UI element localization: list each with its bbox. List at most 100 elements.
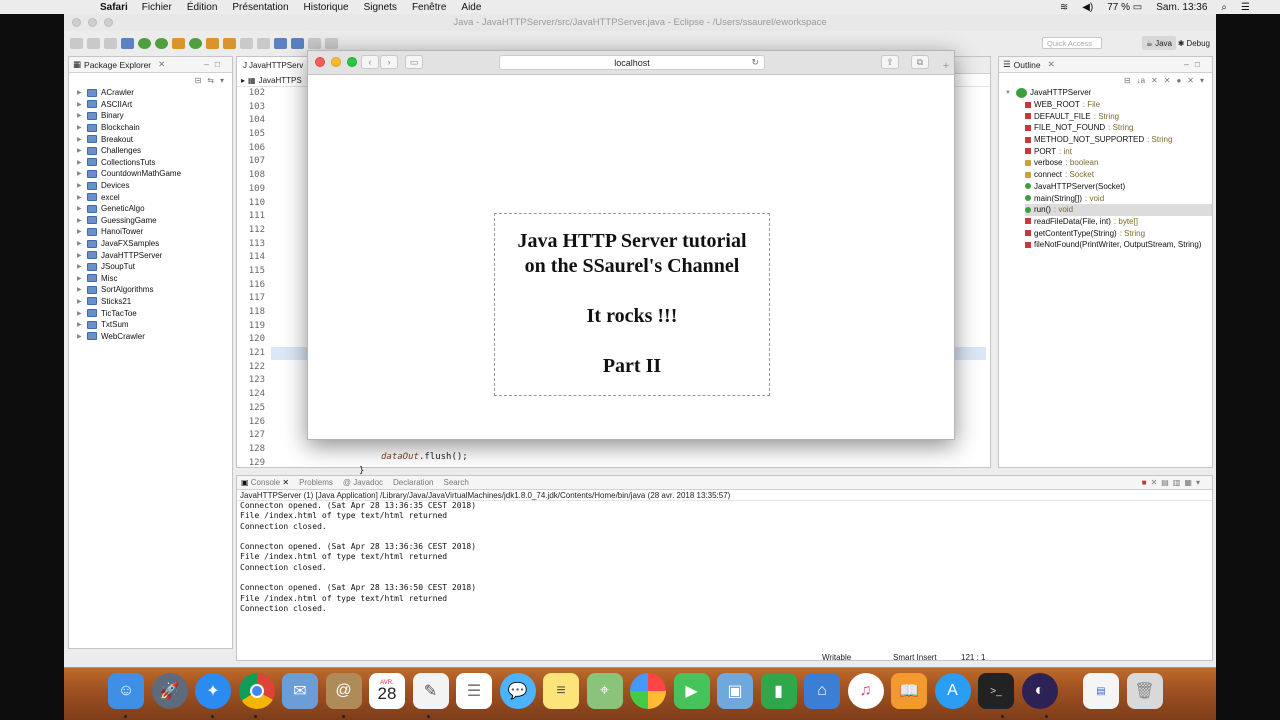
project-item[interactable]: ▶ Challenges xyxy=(77,145,232,157)
new-icon[interactable] xyxy=(70,38,83,49)
collapsed-icon[interactable]: ▶ xyxy=(77,217,85,224)
outline-member[interactable]: readFileData(File, int) : byte[] xyxy=(1025,216,1212,228)
eclipse-minimize-button[interactable] xyxy=(88,18,97,27)
outline-member[interactable]: main(String[]) : void xyxy=(1025,192,1212,204)
safari-zoom-button[interactable] xyxy=(347,57,357,67)
launchpad-icon[interactable]: 🚀 xyxy=(151,673,188,709)
minimize-maximize-icon[interactable]: –□ xyxy=(204,59,226,69)
outline-member[interactable]: WEB_ROOT : File xyxy=(1025,99,1212,111)
spotlight-icon[interactable]: ⌕ xyxy=(1221,2,1227,13)
outline-member[interactable]: run() : void xyxy=(1025,203,1212,216)
close-icon[interactable]: ✕ xyxy=(1048,59,1055,70)
project-item[interactable]: ▶ TxtSum xyxy=(77,319,232,331)
next-annotation-icon[interactable] xyxy=(274,38,287,49)
project-item[interactable]: ▶ excel xyxy=(77,191,232,203)
collapsed-icon[interactable]: ▶ xyxy=(77,275,85,282)
package-explorer-title[interactable]: Package Explorer xyxy=(84,60,151,70)
forward-icon[interactable] xyxy=(325,38,338,49)
chrome-icon[interactable] xyxy=(238,673,275,709)
new-class-icon[interactable] xyxy=(189,38,202,49)
collapsed-icon[interactable]: ▶ xyxy=(77,228,85,235)
safari-close-button[interactable] xyxy=(315,57,325,67)
collapsed-icon[interactable]: ▶ xyxy=(77,159,85,166)
itunes-icon[interactable]: ♫ xyxy=(847,673,884,709)
search-toolbar-icon[interactable] xyxy=(240,38,253,49)
outline-class[interactable]: ▼ JavaHTTPServer xyxy=(1005,87,1212,99)
outline-member[interactable]: connect : Socket xyxy=(1025,169,1212,181)
collapsed-icon[interactable]: ▶ xyxy=(77,194,85,201)
collapsed-icon[interactable]: ▶ xyxy=(77,252,85,259)
eclipse-close-button[interactable] xyxy=(72,18,81,27)
collapsed-icon[interactable]: ▶ xyxy=(77,263,85,270)
save-icon[interactable] xyxy=(87,38,100,49)
remove-launch-icon[interactable]: ✕ xyxy=(1151,478,1162,487)
open-console-icon[interactable]: ▾ xyxy=(1196,478,1204,487)
hide-fields-icon[interactable]: ✕ xyxy=(1151,76,1158,85)
quick-access-input[interactable]: Quick Access xyxy=(1042,37,1102,49)
collapsed-icon[interactable]: ▶ xyxy=(77,147,85,154)
run-last-icon[interactable] xyxy=(155,38,168,49)
reload-icon[interactable]: ↻ xyxy=(751,57,759,68)
messages-icon[interactable]: 💬 xyxy=(499,673,536,709)
photos-icon[interactable] xyxy=(630,673,666,709)
numbers-icon[interactable]: ▮ xyxy=(760,673,797,709)
sort-icon[interactable]: ↓a xyxy=(1137,76,1145,85)
tab-search[interactable]: Search xyxy=(443,478,468,487)
project-item[interactable]: ▶ Sticks21 xyxy=(77,296,232,308)
safari-icon[interactable]: ✦ xyxy=(195,673,231,709)
annotation-icon[interactable] xyxy=(257,38,270,49)
breadcrumb-project[interactable]: JavaHTTPS xyxy=(259,76,302,85)
outline-member[interactable]: METHOD_NOT_SUPPORTED : String xyxy=(1025,134,1212,146)
battery-status[interactable]: 77 % ▭ xyxy=(1107,2,1142,13)
minimize-maximize-icon[interactable]: –□ xyxy=(1184,59,1206,69)
debug-icon[interactable] xyxy=(121,38,134,49)
collapsed-icon[interactable]: ▶ xyxy=(77,286,85,293)
pin-console-icon[interactable]: ▦ xyxy=(1184,478,1196,487)
java-perspective-button[interactable]: ☕ Java xyxy=(1141,36,1176,50)
mail-stamp-icon[interactable]: ✉ xyxy=(282,673,318,709)
collapsed-icon[interactable]: ▶ xyxy=(77,240,85,247)
ibooks-icon[interactable]: 📖 xyxy=(891,673,927,709)
hide-local-icon[interactable]: ✕ xyxy=(1187,76,1194,85)
forward-button[interactable]: › xyxy=(380,55,398,69)
project-item[interactable]: ▶ GuessingGame xyxy=(77,215,232,227)
project-item[interactable]: ▶ JavaHTTPServer xyxy=(77,249,232,261)
scroll-lock-icon[interactable]: ▥ xyxy=(1173,478,1185,487)
outline-member[interactable]: DEFAULT_FILE : String xyxy=(1025,110,1212,122)
view-menu-icon[interactable]: ▾ xyxy=(220,76,224,85)
address-bar[interactable]: localhost ↻ xyxy=(499,55,765,70)
share-button[interactable]: ⇪ xyxy=(881,55,899,69)
project-item[interactable]: ▶ ASCIIArt xyxy=(77,99,232,111)
view-menu-icon[interactable]: ▾ xyxy=(1200,76,1204,85)
project-item[interactable]: ▶ Binary xyxy=(77,110,232,122)
menu-edition[interactable]: Édition xyxy=(187,2,218,13)
outline-title[interactable]: Outline xyxy=(1014,60,1041,70)
collapsed-icon[interactable]: ▶ xyxy=(77,205,85,212)
project-item[interactable]: ▶ JavaFXSamples xyxy=(77,238,232,250)
open-task-icon[interactable] xyxy=(223,38,236,49)
collapsed-icon[interactable]: ▶ xyxy=(77,182,85,189)
tab-console[interactable]: ▣ Console ✕ xyxy=(241,478,289,487)
menu-signets[interactable]: Signets xyxy=(364,2,397,13)
collapse-icon[interactable]: ⊟ xyxy=(1124,76,1131,85)
tabs-overview-button[interactable]: ⧉ xyxy=(911,55,929,69)
keynote-icon[interactable]: ⌂ xyxy=(804,673,840,709)
contacts-icon[interactable]: @ xyxy=(325,673,362,709)
finder-icon[interactable]: ☺ xyxy=(108,673,144,709)
collapse-all-icon[interactable]: ⊟ xyxy=(195,76,202,85)
eclipse-zoom-button[interactable] xyxy=(104,18,113,27)
project-item[interactable]: ▶ TicTacToe xyxy=(77,307,232,319)
back-icon[interactable] xyxy=(308,38,321,49)
notes-icon[interactable]: ≡ xyxy=(543,673,579,709)
collapsed-icon[interactable]: ▶ xyxy=(77,136,85,143)
collapsed-icon[interactable]: ▶ xyxy=(77,89,85,96)
project-item[interactable]: ▶ JSoupTut xyxy=(77,261,232,273)
new-tab-button[interactable]: + xyxy=(938,58,954,73)
trash-icon[interactable]: 🗑 xyxy=(1126,673,1163,709)
external-tools-icon[interactable] xyxy=(172,38,185,49)
project-item[interactable]: ▶ ACrawler xyxy=(77,87,232,99)
sidebar-toggle-button[interactable]: ▭ xyxy=(405,55,423,69)
project-item[interactable]: ▶ Breakout xyxy=(77,133,232,145)
expanded-icon[interactable]: ▼ xyxy=(1005,90,1013,96)
app-store-icon[interactable]: A xyxy=(934,673,971,709)
